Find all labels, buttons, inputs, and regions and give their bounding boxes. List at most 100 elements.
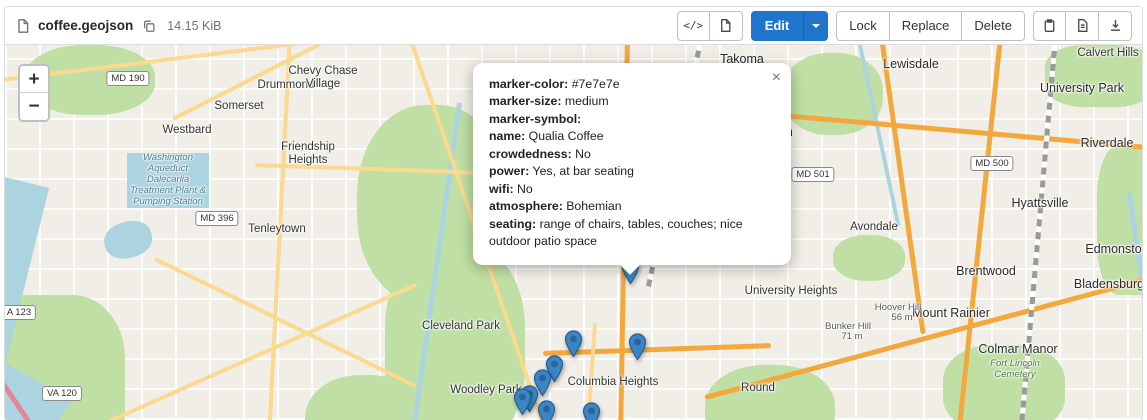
road-line — [704, 275, 1142, 400]
map-place-label: Lewisdale — [883, 57, 939, 71]
road-shield: MD 190 — [106, 71, 149, 86]
map-place-label: Riverdale — [1081, 136, 1134, 150]
park-area — [305, 375, 425, 420]
map-place-label: Cleveland Park — [422, 320, 500, 333]
water-area — [5, 173, 49, 420]
file-viewer: coffee.geojson 14.15 KiB </> — [4, 6, 1143, 420]
map-marker[interactable] — [513, 388, 532, 416]
file-utility-group — [1033, 11, 1132, 41]
replace-button[interactable]: Replace — [890, 11, 963, 41]
road-shield: MD 396 — [195, 211, 238, 226]
delete-button[interactable]: Delete — [962, 11, 1025, 41]
clipboard-icon — [1042, 18, 1057, 33]
marker-pin-icon — [628, 333, 647, 361]
chevron-down-icon — [812, 24, 820, 32]
code-icon: </> — [683, 19, 703, 32]
map-place-label: Edmonston — [1085, 242, 1142, 256]
popup-properties: marker-color: #7e7e7emarker-size: medium… — [489, 76, 775, 251]
road-line — [5, 296, 126, 420]
zoom-control: + − — [18, 64, 50, 122]
map-place-label: Brentwood — [956, 264, 1016, 278]
popup-property: crowdedness: No — [489, 146, 775, 163]
road-shield: MD 501 — [791, 167, 834, 182]
map-marker[interactable] — [628, 333, 647, 361]
file-icon — [15, 18, 31, 34]
road-line — [100, 283, 417, 420]
road-line — [267, 45, 292, 420]
map-marker[interactable] — [582, 402, 601, 420]
map-place-label: Round — [741, 382, 775, 395]
road-line — [172, 45, 407, 121]
map-marker[interactable] — [564, 330, 583, 358]
park-area — [943, 345, 1065, 420]
park-area — [705, 365, 835, 420]
lock-button[interactable]: Lock — [836, 11, 889, 41]
park-area — [5, 295, 125, 420]
file-action-group: Lock Replace Delete — [836, 11, 1025, 41]
copy-icon — [142, 19, 156, 33]
marker-pin-icon — [537, 400, 556, 420]
marker-pin-icon — [582, 402, 601, 420]
popup-property: seating: range of chairs, tables, couche… — [489, 216, 775, 251]
map-place-label: Bunker Hill — [825, 322, 871, 333]
water-area — [100, 216, 156, 263]
popup-property: marker-color: #7e7e7e — [489, 76, 775, 93]
map-place-label: Colmar Manor — [978, 342, 1057, 356]
map-place-label: University Park — [1040, 81, 1124, 95]
zoom-in-button[interactable]: + — [20, 66, 48, 93]
popup-close-button[interactable]: × — [770, 68, 783, 88]
open-raw-button[interactable] — [1066, 11, 1099, 41]
popup-property: power: Yes, at bar seating — [489, 163, 775, 180]
water-area — [1127, 193, 1142, 420]
display-source-button[interactable]: </> — [677, 11, 710, 41]
road-line — [154, 257, 416, 388]
road-shield: MD 500 — [970, 156, 1013, 171]
document-icon — [718, 18, 733, 33]
marker-pin-icon — [564, 330, 583, 358]
map-place-label: Friendship Heights — [267, 141, 349, 167]
road-shield: VA 120 — [42, 386, 82, 401]
marker-pin-icon — [513, 388, 532, 416]
map-place-label: 71 m — [841, 332, 862, 343]
map-place-label: Washington Aqueduct Dalecarlia Treatment… — [127, 153, 209, 208]
copy-contents-button[interactable] — [1033, 11, 1066, 41]
map-place-label: Drummond — [258, 79, 315, 92]
raw-file-icon — [1075, 18, 1090, 33]
file-size: 14.15 KiB — [167, 19, 221, 33]
zoom-out-button[interactable]: − — [20, 93, 48, 120]
road-line — [957, 45, 1003, 420]
map-place-label: University Heights — [745, 285, 838, 298]
copy-file-path-button[interactable] — [140, 17, 158, 35]
water-area — [858, 45, 900, 226]
park-area — [783, 53, 883, 135]
map-place-label: Calvert Hills — [1077, 47, 1138, 60]
popup-property: marker-size: medium — [489, 93, 775, 110]
park-area — [1097, 145, 1142, 295]
edit-button[interactable]: Edit — [751, 11, 804, 41]
edit-split-button: Edit — [751, 11, 829, 41]
park-area — [1045, 45, 1142, 107]
popup-property: marker-symbol: — [489, 111, 775, 128]
map-place-label: Tenleytown — [248, 223, 306, 236]
file-name: coffee.geojson — [38, 18, 133, 33]
download-button[interactable] — [1099, 11, 1132, 41]
water-area — [410, 103, 462, 420]
road-line — [5, 45, 321, 83]
map-place-label: Avondale — [850, 221, 898, 234]
map-place-label: Westbard — [162, 124, 211, 137]
display-rendered-button[interactable] — [710, 11, 743, 41]
map-place-label: Mount Rainier — [912, 306, 990, 320]
map-place-label: Bladensburg — [1074, 277, 1142, 291]
file-header: coffee.geojson 14.15 KiB </> — [5, 7, 1142, 45]
map-canvas[interactable]: MD 190DrummondChevy Chase VillageSomerse… — [5, 45, 1142, 420]
road-shield: A 123 — [5, 305, 36, 320]
railway-line — [1018, 45, 1058, 420]
map-place-label: Fort Lincoln Cemetery — [974, 359, 1056, 381]
map-place-label: Hoover Hill — [875, 303, 921, 314]
map-place-label: Somerset — [214, 100, 263, 113]
map-marker[interactable] — [537, 400, 556, 420]
edit-dropdown-toggle[interactable] — [803, 11, 828, 41]
map-place-label: Hyattsville — [1012, 196, 1069, 210]
popup-property: name: Qualia Coffee — [489, 128, 775, 145]
map-place-label: 56 m — [891, 313, 912, 324]
